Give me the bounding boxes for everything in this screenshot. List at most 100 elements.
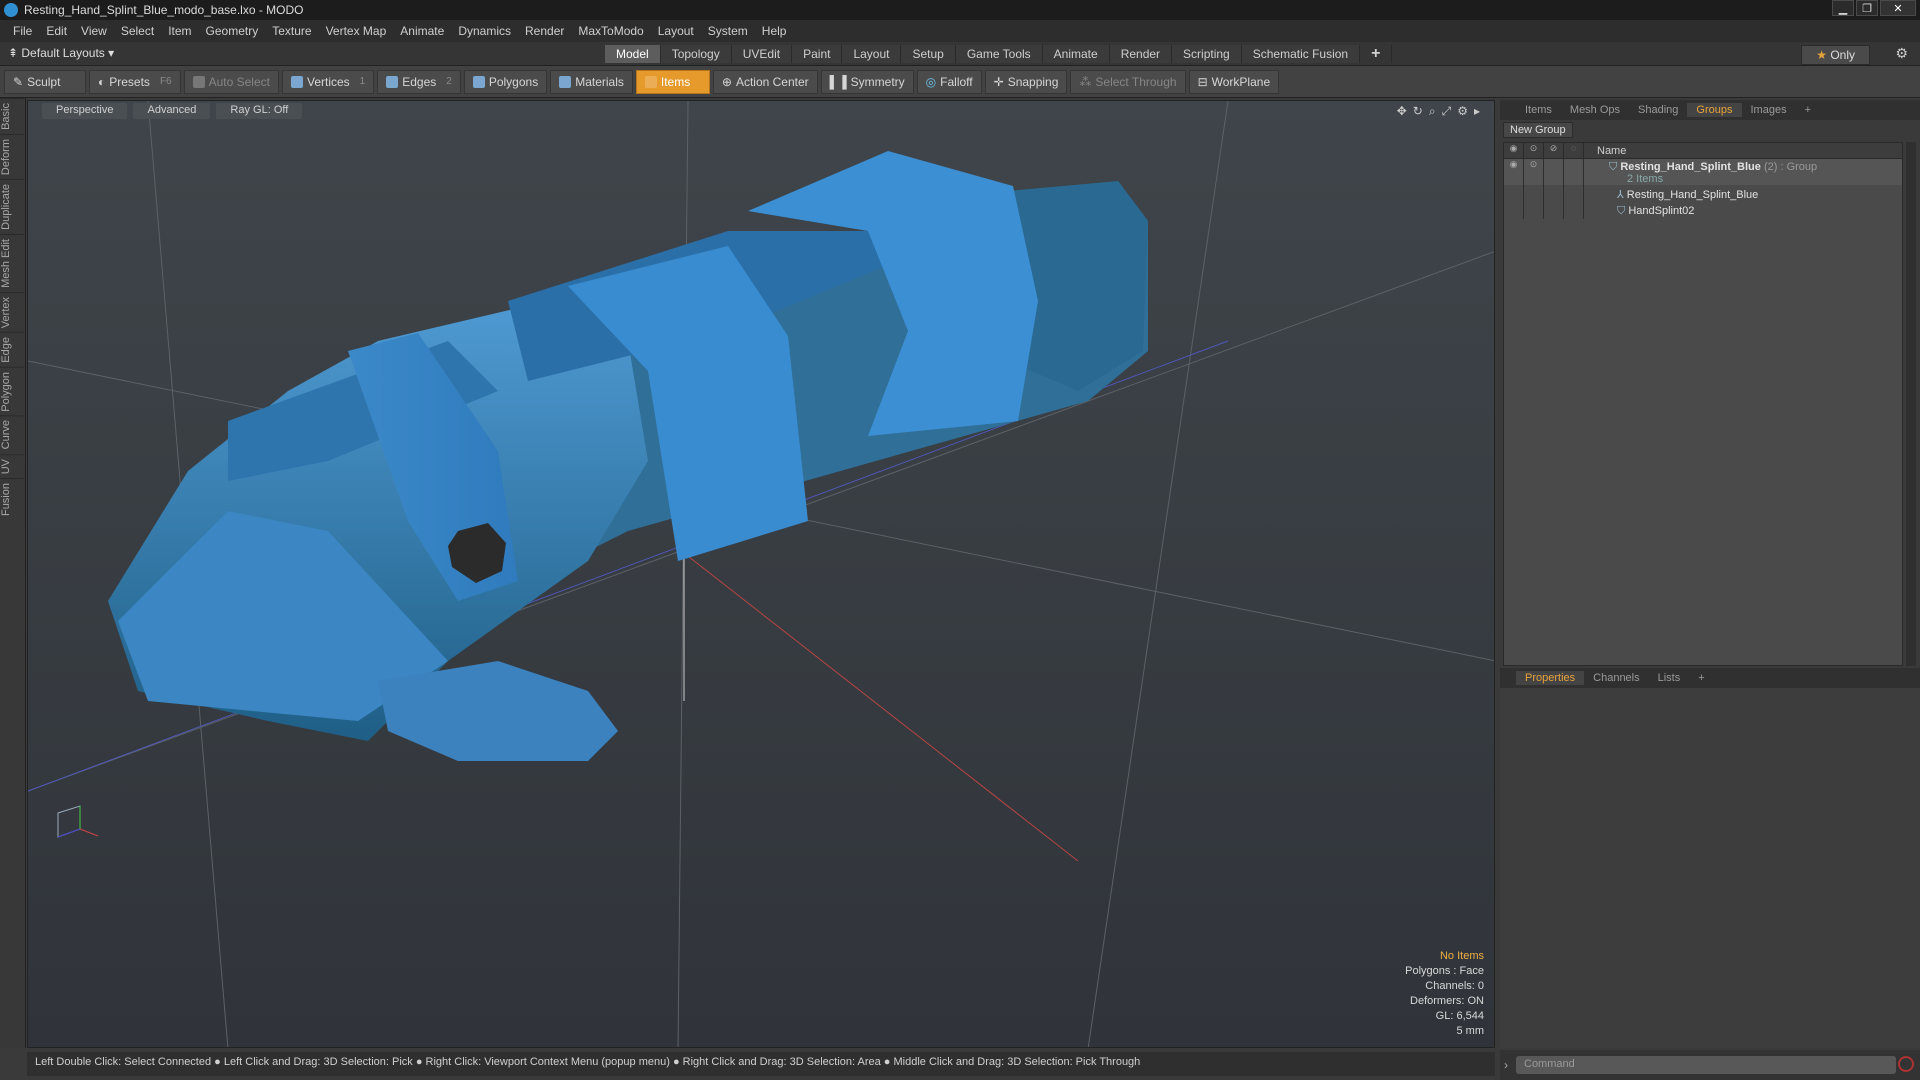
panel-tab-add[interactable]: + (1796, 103, 1820, 117)
tab-schematic-fusion[interactable]: Schematic Fusion (1241, 45, 1361, 63)
group-child-row[interactable]: ⛉ HandSplint02 (1504, 203, 1902, 219)
menu-vertex-map[interactable]: Vertex Map (319, 24, 394, 38)
materials-button[interactable]: Materials (550, 69, 633, 94)
tool-tab-fusion[interactable]: Fusion (0, 478, 24, 521)
tool-tab-mesh-edit[interactable]: Mesh Edit (0, 233, 24, 292)
rotate-icon[interactable]: ↻ (1413, 104, 1423, 119)
workplane-button[interactable]: ⊟ WorkPlane (1188, 69, 1280, 94)
menu-system[interactable]: System (701, 24, 755, 38)
command-history-icon[interactable] (1898, 1056, 1914, 1072)
action-center-button[interactable]: ⊕ Action Center (712, 69, 818, 94)
menu-file[interactable]: File (6, 24, 39, 38)
tool-tab-basic[interactable]: Basic (0, 98, 24, 134)
tab-game-tools[interactable]: Game Tools (955, 45, 1043, 63)
menu-render[interactable]: Render (518, 24, 571, 38)
properties-panel-tabs: Properties Channels Lists + (1500, 668, 1920, 688)
menu-edit[interactable]: Edit (39, 24, 74, 38)
lock-icon[interactable]: ⊙ (1524, 142, 1544, 159)
tab-model[interactable]: Model (605, 45, 661, 63)
menu-texture[interactable]: Texture (265, 24, 318, 38)
menu-select[interactable]: Select (114, 24, 161, 38)
menu-help[interactable]: Help (755, 24, 794, 38)
default-layouts-dropdown[interactable]: ⇞ Default Layouts ▾ (8, 46, 114, 60)
menu-geometry[interactable]: Geometry (199, 24, 266, 38)
panel-tab-lists[interactable]: Lists (1649, 671, 1690, 685)
tool-tab-duplicate[interactable]: Duplicate (0, 178, 24, 234)
panel-tab-groups[interactable]: Groups (1687, 103, 1742, 117)
snapping-icon: ✛ (993, 74, 1004, 89)
tab-render[interactable]: Render (1109, 45, 1173, 63)
fit-icon[interactable]: ⤢ (1442, 104, 1452, 119)
presets-button[interactable]: ◐ Presets F6 (89, 69, 181, 94)
zoom-icon[interactable]: ⌕ (1429, 104, 1436, 119)
tab-topology[interactable]: Topology (660, 45, 732, 63)
hand-splint-model[interactable] (108, 151, 1148, 761)
minimize-icon[interactable]: ▁ (1832, 0, 1854, 16)
eye-icon[interactable]: ◉ (1504, 159, 1524, 185)
viewport-settings-icon[interactable]: ⚙ (1457, 104, 1468, 119)
command-input[interactable]: Command (1516, 1056, 1896, 1074)
tab-scripting[interactable]: Scripting (1172, 45, 1242, 63)
panel-tab-items[interactable]: Items (1516, 103, 1561, 117)
tab-uvedit[interactable]: UVEdit (731, 45, 793, 63)
maximize-icon[interactable]: ❐ (1856, 0, 1878, 16)
new-group-button[interactable]: New Group (1503, 122, 1573, 138)
add-tab-icon[interactable]: + (1360, 45, 1393, 63)
menu-maxtomodo[interactable]: MaxToModo (571, 24, 650, 38)
tab-animate[interactable]: Animate (1042, 45, 1110, 63)
child-name: HandSplint02 (1628, 204, 1695, 217)
scale-status: 5 mm (1456, 1025, 1485, 1037)
raygl-toggle[interactable]: Ray GL: Off (216, 103, 303, 119)
panel-tab-images[interactable]: Images (1742, 103, 1796, 117)
shading-dropdown[interactable]: Advanced (133, 103, 211, 119)
tool-tab-polygon[interactable]: Polygon (0, 366, 24, 416)
edges-button[interactable]: Edges 2 (377, 69, 461, 94)
tool-tab-vertex[interactable]: Vertex (0, 291, 24, 332)
polygons-button[interactable]: Polygons (463, 69, 548, 94)
pan-icon[interactable]: ✥ (1397, 104, 1407, 119)
select-icon[interactable]: ◌ (1564, 142, 1584, 159)
tab-setup[interactable]: Setup (901, 45, 956, 63)
menu-layout[interactable]: Layout (651, 24, 701, 38)
panel-tab-properties[interactable]: Properties (1516, 671, 1585, 685)
tab-paint[interactable]: Paint (792, 45, 843, 63)
expand-arrow-icon[interactable]: ▸ (1474, 104, 1480, 119)
panel-tab-shading[interactable]: Shading (1629, 103, 1687, 117)
render-icon[interactable]: ⊘ (1544, 142, 1564, 159)
close-icon[interactable]: ✕ (1880, 0, 1916, 16)
tool-tab-uv[interactable]: UV (0, 453, 24, 479)
groups-scrollbar[interactable] (1906, 142, 1916, 666)
symmetry-button[interactable]: ▌▐ Symmetry (820, 69, 914, 94)
menu-dynamics[interactable]: Dynamics (451, 24, 518, 38)
view-mode-dropdown[interactable]: Perspective (42, 103, 128, 119)
panel-tab-add[interactable]: + (1689, 671, 1713, 685)
tool-tab-edge[interactable]: Edge (0, 331, 24, 367)
select-through-button[interactable]: ⁂ Select Through (1070, 69, 1186, 94)
layout-bar: ⇞ Default Layouts ▾ Model Topology UVEdit P… (0, 42, 1920, 66)
falloff-button[interactable]: ◎ Falloff (916, 69, 982, 94)
sculpt-button[interactable]: ✎ Sculpt (4, 69, 86, 94)
panel-tab-mesh-ops[interactable]: Mesh Ops (1561, 103, 1629, 117)
gear-icon[interactable]: ⚙ (1895, 45, 1908, 62)
only-button[interactable]: ★ Only (1801, 45, 1870, 65)
tool-tab-curve[interactable]: Curve (0, 415, 24, 454)
vertices-button[interactable]: Vertices 1 (281, 69, 375, 94)
tool-tab-deform[interactable]: Deform (0, 133, 24, 179)
panel-tab-channels[interactable]: Channels (1584, 671, 1648, 685)
group-row[interactable]: ◉ ⊙ ⛉ Resting_Hand_Splint_Blue (2) : Grou… (1504, 159, 1902, 185)
group-suffix: (2) : Group (1763, 161, 1818, 173)
lock-icon[interactable]: ⊙ (1524, 159, 1544, 185)
eye-icon[interactable]: ◉ (1504, 142, 1524, 159)
menu-animate[interactable]: Animate (393, 24, 451, 38)
viewport-scene[interactable] (28, 101, 1495, 1048)
3d-viewport[interactable]: Perspective Advanced Ray GL: Off ✥ ↻ ⌕ ⤢… (27, 100, 1495, 1048)
presets-icon: ◐ (98, 74, 106, 89)
menu-view[interactable]: View (74, 24, 114, 38)
menu-item[interactable]: Item (161, 24, 198, 38)
gl-status: GL: 6,544 (1435, 1010, 1484, 1022)
auto-select-button[interactable]: Auto Select (183, 69, 279, 94)
items-button[interactable]: Items (635, 69, 710, 94)
snapping-button[interactable]: ✛ Snapping (984, 69, 1068, 94)
tab-layout[interactable]: Layout (842, 45, 902, 63)
group-child-row[interactable]: ⅄ Resting_Hand_Splint_Blue (1504, 185, 1902, 203)
